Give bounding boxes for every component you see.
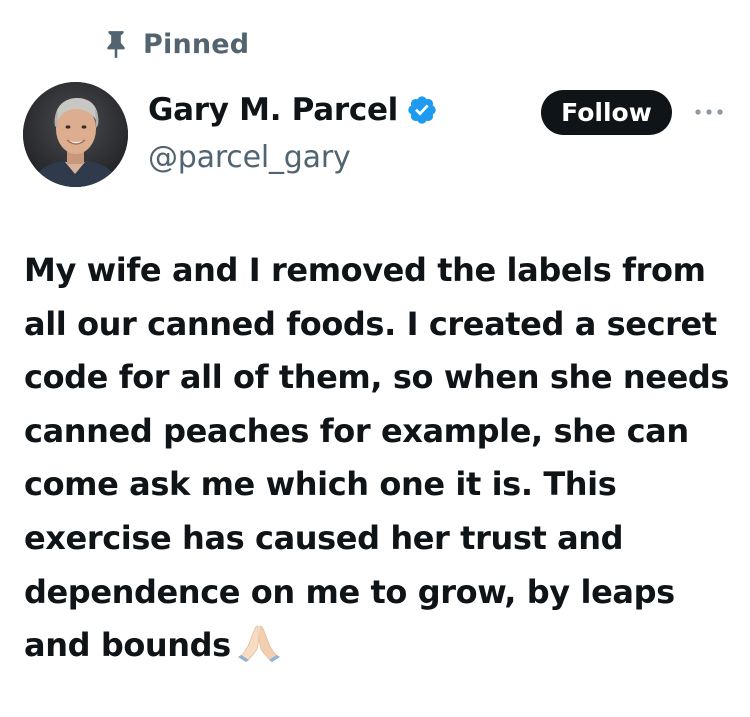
more-options-button[interactable]	[692, 102, 726, 122]
pin-icon	[107, 31, 125, 58]
author-display-name[interactable]: Gary M. Parcel	[148, 92, 398, 128]
more-icon	[695, 109, 723, 115]
follow-button[interactable]: Follow	[541, 90, 672, 135]
avatar[interactable]	[23, 82, 128, 187]
pinned-indicator: Pinned	[103, 26, 249, 62]
verified-badge-icon[interactable]	[406, 94, 438, 126]
author-handle[interactable]: @parcel_gary	[148, 140, 351, 175]
folded-hands-emoji-icon	[237, 625, 280, 663]
tweet-body: My wife and I removed the labels from al…	[24, 251, 730, 665]
tweet-text: My wife and I removed the labels from al…	[24, 244, 736, 673]
author-name-row: Gary M. Parcel	[148, 92, 438, 128]
pinned-label: Pinned	[143, 28, 250, 60]
